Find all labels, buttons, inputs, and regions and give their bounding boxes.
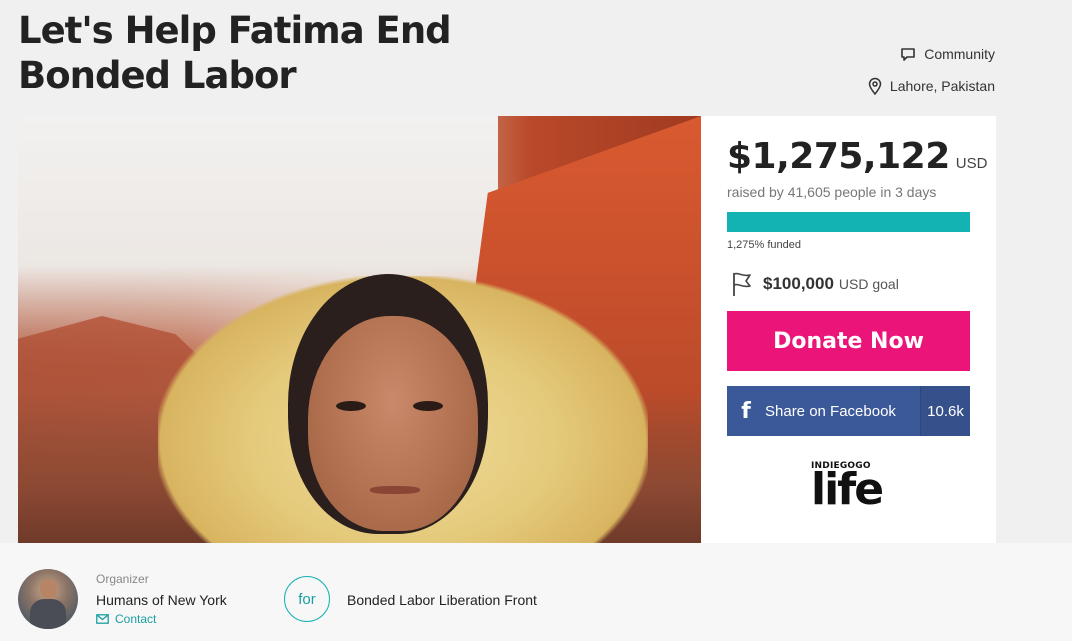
category-link[interactable]: Community (868, 44, 995, 64)
beneficiary-name[interactable]: Bonded Labor Liberation Front (347, 592, 537, 608)
location-label: Lahore, Pakistan (889, 78, 995, 94)
map-pin-icon (868, 77, 882, 95)
campaign-page: Let's Help Fatima End Bonded Labor Commu… (0, 0, 1072, 641)
funding-goal: $100,000 USD goal (731, 271, 899, 297)
campaign-meta: Community Lahore, Pakistan (868, 44, 995, 96)
campaign-hero-image (18, 116, 701, 543)
organizer-name[interactable]: Humans of New York (96, 592, 227, 608)
logo-main-text: life (811, 464, 884, 515)
contact-label: Contact (115, 612, 157, 626)
share-facebook-label: Share on Facebook (765, 402, 896, 420)
goal-amount: $100,000 (763, 274, 834, 293)
amount-value: $1,275,122 (727, 136, 950, 177)
contact-link[interactable]: Contact (96, 612, 156, 626)
for-badge: for (284, 576, 330, 622)
organizer-bar: Organizer Humans of New York Contact for… (0, 543, 1072, 641)
facebook-share-count: 10.6k (920, 386, 970, 436)
funding-progress-fill (727, 212, 970, 232)
envelope-icon (96, 614, 109, 624)
location-link[interactable]: Lahore, Pakistan (868, 76, 995, 96)
flag-icon (731, 271, 753, 297)
indiegogo-life-logo: INDIEGOGO life (811, 461, 886, 515)
donate-now-button[interactable]: Donate Now (727, 311, 970, 371)
share-facebook-button[interactable]: f Share on Facebook 10.6k (727, 386, 970, 436)
speech-bubble-icon (900, 47, 916, 62)
organizer-label: Organizer (96, 572, 149, 586)
funding-panel: $1,275,122 USD raised by 41,605 people i… (701, 116, 996, 543)
goal-label: USD goal (838, 276, 899, 292)
amount-currency: USD (955, 155, 988, 172)
funded-percent: 1,275% funded (727, 239, 802, 251)
amount-raised: $1,275,122 USD (727, 136, 987, 177)
funding-progress-bar (727, 212, 970, 232)
organizer-avatar[interactable] (18, 569, 78, 629)
raised-summary: raised by 41,605 people in 3 days (727, 184, 937, 200)
facebook-icon: f (741, 398, 751, 424)
category-label: Community (924, 46, 995, 62)
campaign-title: Let's Help Fatima End Bonded Labor (18, 9, 452, 97)
